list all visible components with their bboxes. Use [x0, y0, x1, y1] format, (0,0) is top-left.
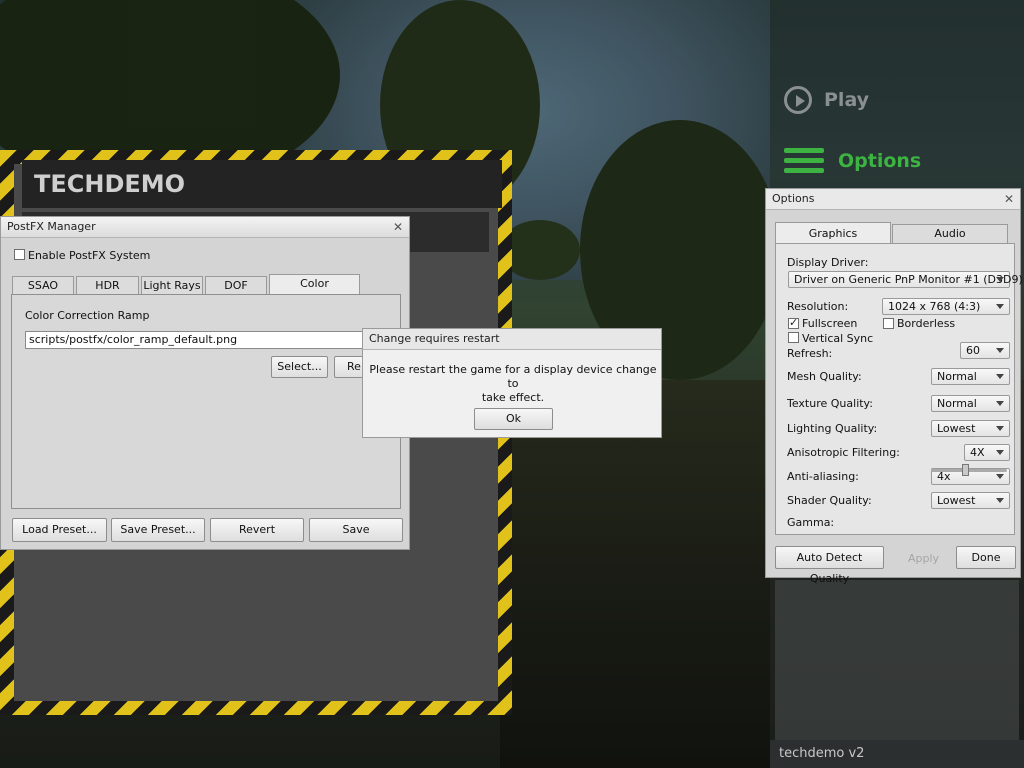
- display-driver-label: Display Driver:: [787, 256, 869, 269]
- tab-color-correction[interactable]: Color Correction: [269, 274, 360, 307]
- close-icon[interactable]: ✕: [1004, 189, 1014, 209]
- tab-dof[interactable]: DOF: [205, 276, 267, 294]
- resolution-select[interactable]: 1024 x 768 (4:3): [882, 298, 1010, 315]
- borderless-checkbox[interactable]: [883, 318, 894, 329]
- load-preset-button[interactable]: Load Preset...: [12, 518, 107, 542]
- mesh-quality-label: Mesh Quality:: [787, 370, 862, 383]
- chevron-down-icon: [996, 374, 1004, 379]
- close-icon[interactable]: ✕: [393, 217, 403, 237]
- postfx-manager-window: PostFX Manager ✕ Enable PostFX System SS…: [0, 216, 410, 550]
- resolution-label: Resolution:: [787, 300, 849, 313]
- chevron-down-icon: [996, 304, 1004, 309]
- chevron-down-icon: [996, 450, 1004, 455]
- anisotropic-filtering-value: 4X: [970, 446, 985, 459]
- ramp-label: Color Correction Ramp: [25, 309, 150, 322]
- vertical-sync-label: Vertical Sync: [802, 332, 874, 345]
- anisotropic-filtering-select[interactable]: 4X: [964, 444, 1010, 461]
- ramp-path-input[interactable]: scripts/postfx/color_ramp_default.png: [25, 331, 365, 349]
- gamma-label: Gamma:: [787, 516, 835, 529]
- postfx-title-bar[interactable]: PostFX Manager ✕: [1, 217, 409, 238]
- tab-ssao[interactable]: SSAO: [12, 276, 74, 294]
- enable-postfx-checkbox[interactable]: [14, 249, 25, 260]
- fullscreen-label: Fullscreen: [802, 317, 858, 330]
- side-panel-background: [775, 580, 1019, 740]
- mesh-quality-value: Normal: [937, 370, 977, 383]
- shader-quality-label: Shader Quality:: [787, 494, 872, 507]
- options-title-bar[interactable]: Options ✕: [766, 189, 1020, 210]
- gamma-slider[interactable]: [931, 464, 1007, 476]
- mesh-quality-select[interactable]: Normal: [931, 368, 1010, 385]
- dialog-title-bar[interactable]: Change requires restart: [363, 329, 661, 350]
- version-label: techdemo v2: [779, 746, 865, 761]
- options-window: Options ✕ Graphics Audio Display Driver:…: [765, 188, 1023, 585]
- chevron-down-icon: [996, 426, 1004, 431]
- chevron-down-icon: [996, 277, 1004, 282]
- tab-audio[interactable]: Audio: [892, 224, 1008, 243]
- postfx-title: PostFX Manager: [7, 220, 96, 233]
- graphics-panel: Display Driver: Driver on Generic PnP Mo…: [775, 243, 1023, 535]
- tab-graphics[interactable]: Graphics: [775, 222, 891, 244]
- dialog-message-line1: Please restart the game for a display de…: [369, 363, 657, 390]
- save-preset-button[interactable]: Save Preset...: [111, 518, 205, 542]
- texture-quality-select[interactable]: Normal: [931, 395, 1010, 412]
- tab-light-rays[interactable]: Light Rays: [141, 276, 203, 294]
- apply-button[interactable]: Apply: [908, 552, 939, 565]
- menu-item-options-label: Options: [838, 150, 922, 172]
- lighting-quality-label: Lighting Quality:: [787, 422, 878, 435]
- chevron-down-icon: [996, 401, 1004, 406]
- options-icon: [784, 146, 824, 176]
- save-button[interactable]: Save: [309, 518, 403, 542]
- refresh-label: Refresh:: [787, 347, 833, 360]
- techdemo-title-bar: TECHDEMO: [22, 160, 502, 208]
- play-icon: [784, 86, 812, 114]
- ok-button[interactable]: Ok: [474, 408, 553, 430]
- resolution-value: 1024 x 768 (4:3): [888, 300, 981, 313]
- lighting-quality-select[interactable]: Lowest: [931, 420, 1010, 437]
- restart-dialog: Change requires restart Please restart t…: [362, 328, 662, 438]
- select-button[interactable]: Select...: [271, 356, 328, 378]
- color-correction-panel: Color Correction Ramp scripts/postfx/col…: [11, 294, 401, 509]
- refresh-select[interactable]: 60: [960, 342, 1010, 359]
- fullscreen-checkbox[interactable]: [788, 316, 799, 329]
- options-title: Options: [772, 192, 815, 205]
- display-driver-value: Driver on Generic PnP Monitor #1 (D3D9): [794, 273, 1023, 286]
- texture-quality-value: Normal: [937, 397, 977, 410]
- lighting-quality-value: Lowest: [937, 422, 976, 435]
- anti-aliasing-label: Anti-aliasing:: [787, 470, 859, 483]
- texture-quality-label: Texture Quality:: [787, 397, 873, 410]
- shader-quality-select[interactable]: Lowest: [931, 492, 1010, 509]
- display-driver-select[interactable]: Driver on Generic PnP Monitor #1 (D3D9): [788, 271, 1023, 288]
- chevron-down-icon: [996, 348, 1004, 353]
- done-button[interactable]: Done: [956, 546, 1016, 569]
- revert-button[interactable]: Revert: [210, 518, 304, 542]
- dialog-title: Change requires restart: [369, 332, 500, 345]
- enable-postfx-label: Enable PostFX System: [28, 249, 151, 262]
- version-bar: techdemo v2: [770, 740, 1024, 768]
- gamma-slider-thumb[interactable]: [962, 464, 970, 476]
- dialog-message-line2: take effect.: [481, 391, 545, 404]
- anisotropic-filtering-label: Anisotropic Filtering:: [787, 446, 900, 459]
- refresh-value: 60: [966, 344, 980, 357]
- borderless-label: Borderless: [897, 317, 956, 330]
- menu-item-options[interactable]: Options: [784, 146, 921, 176]
- menu-item-play-label: Play: [824, 89, 870, 111]
- techdemo-title: TECHDEMO: [34, 170, 186, 198]
- auto-detect-quality-button[interactable]: Auto Detect Quality: [775, 546, 884, 585]
- vertical-sync-checkbox[interactable]: [788, 332, 799, 343]
- dialog-message: Please restart the game for a display de…: [363, 363, 663, 405]
- chevron-down-icon: [996, 474, 1004, 479]
- menu-item-play[interactable]: Play: [784, 86, 869, 114]
- tab-hdr[interactable]: HDR: [76, 276, 139, 294]
- chevron-down-icon: [996, 498, 1004, 503]
- shader-quality-value: Lowest: [937, 494, 976, 507]
